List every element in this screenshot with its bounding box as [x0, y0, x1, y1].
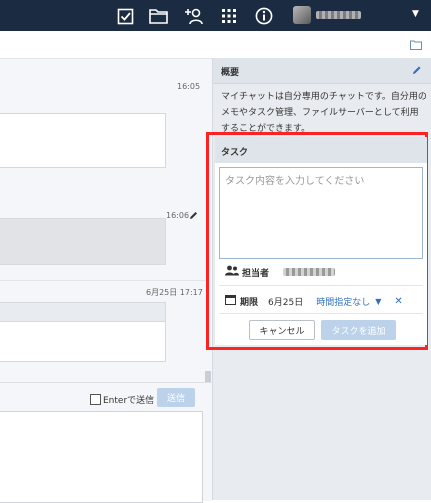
deadline-row: 期限 6月25日 時間指定なし ▼ ✕ [225, 294, 403, 308]
message-timestamp: 16:06 [166, 211, 190, 220]
message-bubble [0, 218, 166, 265]
close-icon[interactable]: ✕ [394, 296, 402, 307]
task-title: タスク [221, 148, 249, 158]
deadline-label: 期限 [240, 297, 259, 308]
edit-pencil-icon[interactable] [412, 65, 422, 78]
apps-grid-icon[interactable] [219, 6, 239, 26]
divider [219, 285, 423, 286]
pencil-icon[interactable] [189, 210, 198, 223]
folder-icon[interactable] [148, 6, 168, 26]
avatar[interactable] [293, 6, 311, 24]
send-button[interactable]: 送信 [157, 388, 195, 407]
overview-text: マイチャットは自分専用のチャットです。自分用のメモやタスク管理、ファイルサーバー… [221, 92, 427, 134]
divider [219, 313, 423, 314]
task-header: タスク [215, 137, 427, 163]
task-check-icon[interactable] [115, 6, 135, 26]
add-contact-icon[interactable] [183, 6, 203, 26]
top-nav-bar: ▼ [0, 0, 431, 31]
assignee-name[interactable] [283, 268, 336, 276]
assignee-label: 担当者 [242, 268, 270, 279]
enter-to-send-checkbox[interactable] [90, 394, 101, 405]
divider [0, 280, 205, 281]
user-name[interactable] [316, 11, 361, 19]
message-timestamp: 6月25日 17:17 [146, 288, 203, 297]
add-task-button[interactable]: タスクを追加 [321, 320, 396, 340]
info-icon[interactable] [254, 6, 274, 26]
users-icon [225, 265, 239, 279]
task-content-input[interactable]: タスク内容を入力してください [219, 167, 423, 259]
message-bubble [0, 113, 166, 168]
assignee-row[interactable]: 担当者 [225, 265, 336, 279]
message-bubble [0, 302, 166, 362]
message-timestamp: 16:05 [177, 82, 201, 91]
message-composer: Enterで送信 送信 [0, 382, 212, 503]
room-header [0, 31, 431, 59]
cancel-button[interactable]: キャンセル [249, 320, 315, 340]
overview-title: 概要 [221, 68, 240, 78]
folder-icon[interactable] [410, 40, 422, 53]
quote-header [0, 303, 165, 322]
enter-to-send-label: Enterで送信 [103, 396, 155, 406]
task-form: タスク タスク内容を入力してください 担当者 期限 6月25日 時間指定なし ▼… [215, 137, 427, 345]
calendar-icon [225, 294, 236, 308]
chevron-down-icon[interactable]: ▼ [375, 297, 381, 306]
overview-header: 概要 [213, 58, 431, 84]
deadline-date[interactable]: 6月25日 [268, 295, 303, 308]
time-select[interactable]: 時間指定なし [316, 295, 370, 308]
message-input[interactable] [0, 411, 203, 503]
chevron-down-icon[interactable]: ▼ [412, 9, 419, 19]
